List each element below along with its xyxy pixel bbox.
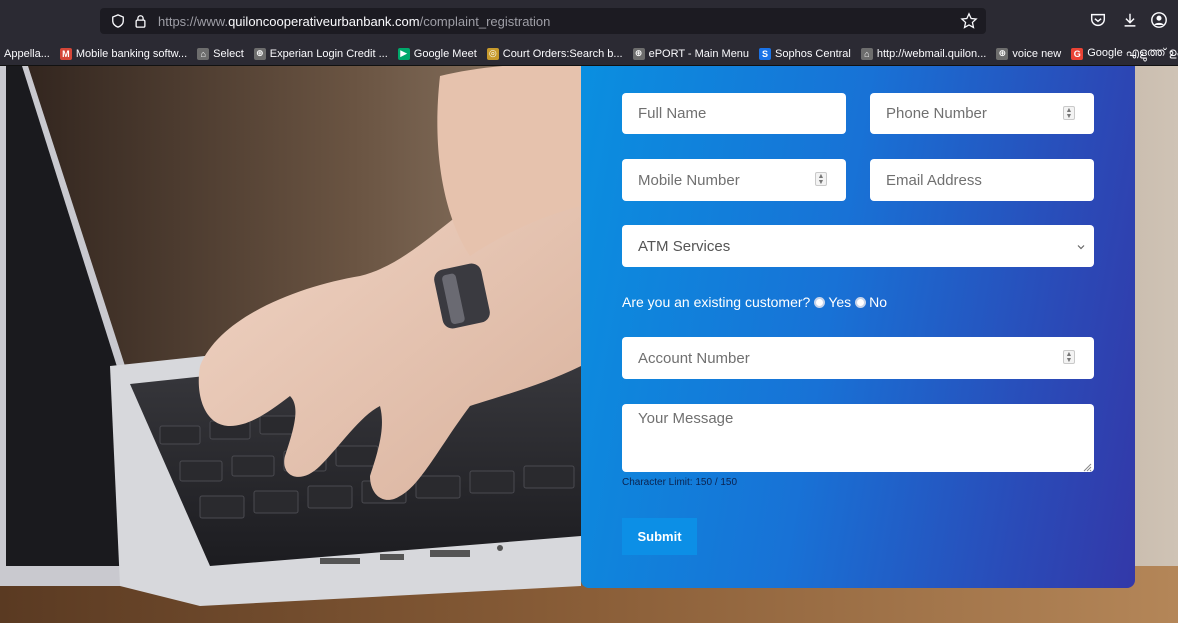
bookmark-item[interactable]: ⌂ http://webmail.quilon... [860,47,987,60]
browser-toolbar: https://www.quiloncooperativeurbanbank.c… [0,0,1178,42]
radio-yes-label[interactable]: Yes [828,294,851,310]
bookmark-label: Court Orders:Search b... [502,47,623,60]
phone-number-spinner[interactable]: ▲ ▼ [1063,106,1075,120]
bookmark-label: Appella... [4,47,50,60]
account-number-input[interactable] [622,337,1094,379]
submit-button[interactable]: Submit [622,518,697,555]
google-icon: G [1071,47,1084,60]
account-number-spinner[interactable]: ▲ ▼ [1063,350,1075,364]
complaint-form-card [581,66,1135,588]
bookmark-item[interactable]: Appella... [4,48,50,60]
bookmark-item[interactable]: ⊕ Experian Login Credit ... [253,47,388,60]
full-name-input[interactable] [622,93,846,134]
globe-icon: ⊕ [996,47,1009,60]
url-text[interactable]: https://www.quiloncooperativeurbanbank.c… [158,14,550,29]
lock-icon[interactable] [132,13,148,29]
account-icon[interactable] [1150,11,1170,31]
mobile-number-spinner[interactable]: ▲ ▼ [815,172,827,186]
bookmark-label: voice new [1012,47,1062,60]
bookmark-item[interactable]: ⊕ ePORT - Main Menu [632,47,750,60]
bookmark-label: Sophos Central [775,47,851,60]
address-bar[interactable]: https://www.quiloncooperativeurbanbank.c… [100,8,986,34]
character-limit-text: Character Limit: 150 / 150 [622,477,738,488]
bookmark-item[interactable]: GGoogle എളുത്ത് ഉപക... [1071,47,1178,60]
service-select-value: ATM Services [638,237,731,255]
radio-no-label[interactable]: No [869,294,887,310]
bookmark-label: Google എളുത്ത് ഉപക... [1087,47,1178,59]
bookmark-label: Mobile banking softw... [75,47,188,60]
email-address-input[interactable] [870,159,1094,201]
radio-yes[interactable] [814,296,826,308]
bookmark-item[interactable]: ⊕ voice new [996,47,1062,60]
mobile-number-input[interactable] [622,159,846,201]
bookmark-label: http://webmail.quilon... [876,47,987,60]
existing-customer-group: Are you an existing customer? Yes No [622,293,887,311]
bookmark-item[interactable]: ▶ Google Meet [397,47,477,60]
bookmark-label: Google Meet [413,47,477,60]
bookmark-item[interactable]: M Mobile banking softw... [59,47,188,60]
message-textarea[interactable] [622,404,1094,472]
bookmarks-bar: Appella... M Mobile banking softw... ⌂ Selec… [0,42,1178,66]
existing-customer-question: Are you an existing customer? [622,294,811,310]
shield-icon[interactable] [110,13,126,29]
bookmark-label: Select [213,47,244,60]
bookmark-item[interactable]: ◎ Court Orders:Search b... [486,47,623,60]
bookmark-label: ePORT - Main Menu [648,47,750,60]
service-select[interactable]: ATM Services [622,225,1094,267]
download-icon[interactable] [1121,11,1141,31]
sophos-icon: S [759,47,772,60]
bookmark-star-icon[interactable] [960,12,978,30]
meet-icon: ▶ [397,47,410,60]
chevron-down-icon [1076,239,1086,250]
globe-icon: ⊕ [632,47,645,60]
phone-number-input[interactable] [870,93,1094,134]
pocket-icon[interactable] [1089,11,1109,31]
radio-no[interactable] [855,296,867,308]
site-icon: ⌂ [197,47,210,60]
gmail-icon: M [59,47,72,60]
emblem-icon: ◎ [486,47,499,60]
globe-icon: ⊕ [253,47,266,60]
resize-grip-icon[interactable] [1082,459,1092,472]
site-icon: ⌂ [860,47,873,60]
bookmark-item[interactable]: ⌂ Select [197,47,244,60]
bookmark-item[interactable]: S Sophos Central [759,47,851,60]
bookmark-label: Experian Login Credit ... [269,47,388,60]
